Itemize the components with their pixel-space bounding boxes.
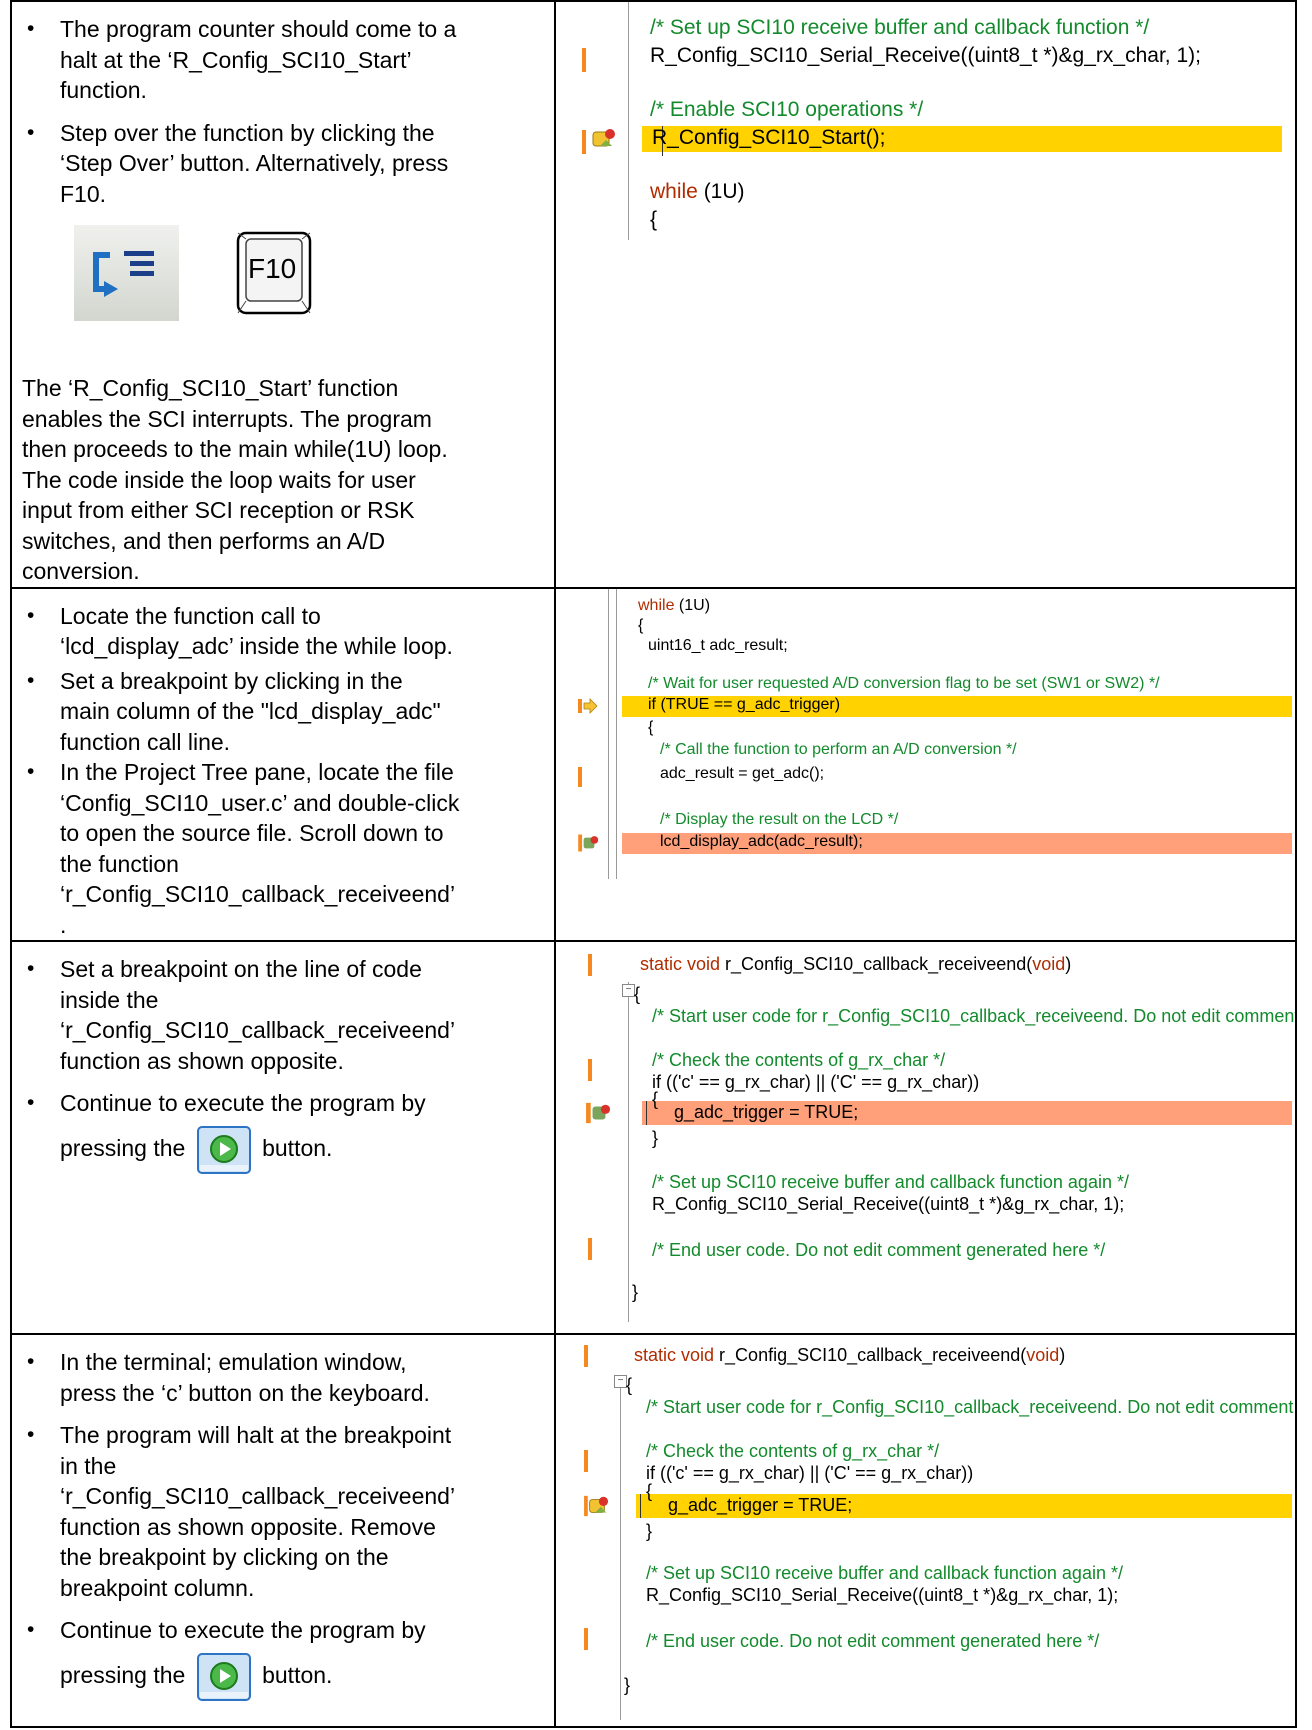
modified-line-marker xyxy=(584,1345,588,1367)
row3-instructions: Set a breakpoint on the line of code ins… xyxy=(10,940,556,1335)
row2-instructions: Locate the function call to ‘lcd_display… xyxy=(10,586,556,942)
code-line: while (1U) xyxy=(638,596,711,614)
modified-line-marker xyxy=(578,766,582,787)
row4-instructions: In the terminal; emulation window, press… xyxy=(10,1333,556,1728)
row2-code-screenshot: while (1U) { uint16_t adc_result; /* Wai… xyxy=(554,586,1297,942)
modified-line-marker xyxy=(584,1450,588,1472)
row1-bullet-1: The program counter should come to a hal… xyxy=(12,14,538,106)
row4-bullet-3: Continue to execute the program by press… xyxy=(12,1615,538,1702)
row1-instructions: The program counter should come to a hal… xyxy=(10,0,556,589)
row2-bullet-3: In the Project Tree pane, locate the fil… xyxy=(12,757,538,940)
modified-line-marker xyxy=(588,1059,592,1081)
modified-line-marker xyxy=(582,130,586,154)
row1-code-screenshot: /* Set up SCI10 receive buffer and callb… xyxy=(554,0,1297,589)
breakpoint-icon[interactable] xyxy=(578,833,600,853)
run-button-icon[interactable] xyxy=(194,1652,254,1702)
code-line: static void r_Config_SCI10_callback_rece… xyxy=(640,954,1072,974)
run-button-icon[interactable] xyxy=(194,1125,254,1175)
program-counter-arrow-icon xyxy=(578,697,598,714)
modified-line-marker xyxy=(588,954,592,976)
breakpoint-pc-icon[interactable] xyxy=(584,1494,610,1518)
code-line: while (1U) xyxy=(650,180,745,203)
row4-bullet-2: The program will halt at the breakpoint … xyxy=(12,1420,538,1603)
row4-bullet-1: In the terminal; emulation window, press… xyxy=(12,1347,538,1408)
row3-bullet-2: Continue to execute the program by press… xyxy=(12,1088,538,1175)
code-line: R_Config_SCI10_Serial_Receive((uint8_t *… xyxy=(650,44,1201,67)
code-line: static void r_Config_SCI10_callback_rece… xyxy=(634,1345,1066,1365)
breakpoint-icon[interactable] xyxy=(586,1101,612,1125)
row3-code-screenshot: − static void r_Config_SCI10_callback_re… xyxy=(554,940,1297,1335)
row1-bullet-2: Step over the function by clicking the ‘… xyxy=(12,118,538,210)
modified-line-marker xyxy=(588,1238,592,1260)
f10-key-icon: F10 xyxy=(236,231,312,315)
modified-line-marker xyxy=(582,48,586,72)
step-over-icons: F10 xyxy=(12,209,554,321)
modified-line-marker xyxy=(584,1628,588,1650)
row4-code-screenshot: − static void r_Config_SCI10_callback_re… xyxy=(554,1333,1297,1728)
step-over-icon[interactable] xyxy=(74,225,179,321)
row1-paragraph: The ‘R_Config_SCI10_Start’ function enab… xyxy=(22,375,448,584)
row2-bullet-1: Locate the function call to ‘lcd_display… xyxy=(12,601,538,662)
row2-bullet-2: Set a breakpoint by clicking in the main… xyxy=(12,666,538,758)
row3-bullet-1: Set a breakpoint on the line of code ins… xyxy=(12,954,538,1076)
instruction-table: The program counter should come to a hal… xyxy=(10,0,1297,1728)
breakpoint-pc-icon[interactable] xyxy=(590,126,618,152)
